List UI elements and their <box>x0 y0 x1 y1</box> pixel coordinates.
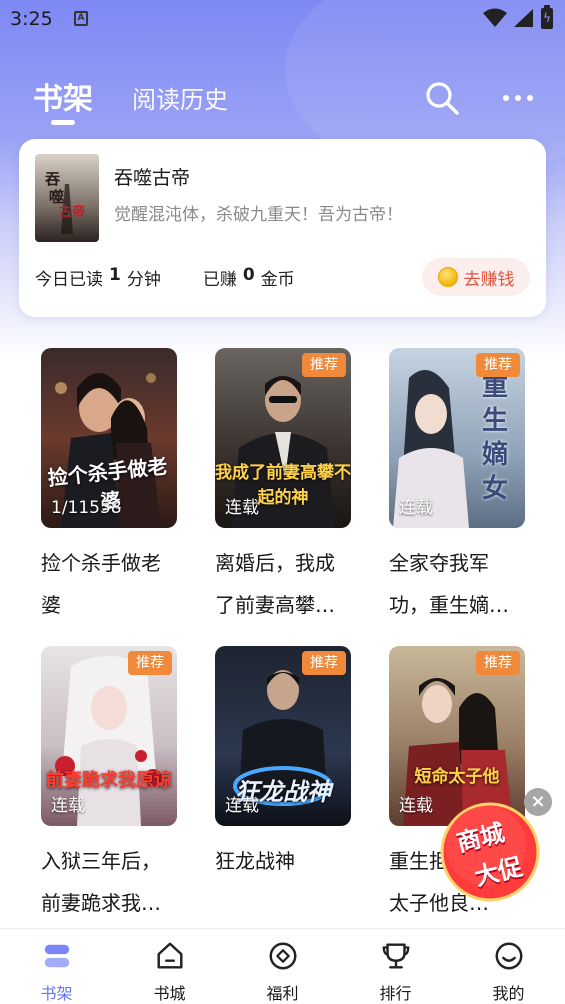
recommend-badge: 推荐 <box>476 651 520 675</box>
search-icon[interactable] <box>422 78 462 118</box>
notification-icon: A <box>74 11 88 26</box>
svg-text:噬: 噬 <box>49 188 64 206</box>
welfare-icon <box>269 942 296 970</box>
book-cover[interactable]: 狂龙战神 推荐 连载 <box>215 646 351 826</box>
battery-icon: ϟ <box>541 5 553 29</box>
coin-icon <box>437 267 458 287</box>
book-item[interactable]: 我成了前妻高攀不起的神 推荐 连载 离婚后，我成了前妻高攀… <box>215 348 351 626</box>
book-cover[interactable]: 前妻跪求我原谅 推荐 连载 <box>41 646 177 826</box>
recommend-badge: 推荐 <box>302 651 346 675</box>
signal-icon <box>514 9 533 27</box>
reading-stats: 今日已读 1 分钟 已赚 0 金币 <box>35 265 295 290</box>
read-time-prefix: 今日已读 <box>35 270 103 290</box>
nav-bookshelf[interactable]: 书架 <box>0 929 113 1004</box>
trophy-icon <box>382 943 409 969</box>
book-title: 入狱三年后，前妻跪求我… <box>41 849 161 915</box>
book-cover[interactable]: 重生嫡女 推荐 连载 <box>389 348 525 528</box>
nav-bookstore[interactable]: 书城 <box>113 929 226 1004</box>
nav-profile[interactable]: 我的 <box>452 929 565 1004</box>
earn-money-label: 去赚钱 <box>463 269 515 290</box>
status-bar: 3:25 A ϟ <box>0 0 565 40</box>
book-cover[interactable]: 短命太子他 推荐 连载 <box>389 646 525 826</box>
book-status: 连载 <box>51 796 85 816</box>
book-cover[interactable]: 我成了前妻高攀不起的神 推荐 连载 <box>215 348 351 528</box>
recommend-badge: 推荐 <box>476 353 520 377</box>
status-time: 3:25 <box>10 8 53 30</box>
read-time-unit: 分钟 <box>126 270 161 290</box>
earned-prefix: 已赚 <box>202 270 237 290</box>
cover-title-text: 重生嫡女 <box>481 372 508 504</box>
svg-text:吞: 吞 <box>44 170 60 188</box>
recommend-badge: 推荐 <box>302 353 346 377</box>
recommend-badge: 推荐 <box>128 651 172 675</box>
bookstore-icon <box>156 942 183 969</box>
book-title: 离婚后，我成了前妻高攀… <box>215 551 335 617</box>
book-title: 狂龙战神 <box>215 849 295 873</box>
book-progress: 1/11558 <box>51 498 122 518</box>
book-status: 连载 <box>399 498 433 518</box>
recent-book-title: 吞噬古帝 <box>114 167 191 189</box>
recent-book-description: 觉醒混沌体，杀破九重天！吾为古帝！ <box>114 205 403 225</box>
book-item[interactable]: 捡个杀手做老婆 1/11558 捡个杀手做老婆 <box>41 348 177 626</box>
earned-value: 0 <box>242 265 255 285</box>
cover-title-text: 短命太子他 <box>414 767 500 787</box>
tab-reading-history[interactable]: 阅读历史 <box>132 80 228 115</box>
nav-label: 福利 <box>266 984 299 1003</box>
nav-label: 我的 <box>492 984 525 1003</box>
bottom-nav: 书架 书城 福利 排行 我的 <box>0 928 565 1004</box>
book-status: 连载 <box>225 796 259 816</box>
recent-book-cover[interactable]: 吞 噬 古帝 <box>35 154 99 242</box>
book-title: 全家夺我军功，重生嫡… <box>389 551 509 617</box>
book-status: 连载 <box>399 796 433 816</box>
nav-ranking[interactable]: 排行 <box>339 929 452 1004</box>
more-icon[interactable] <box>496 84 540 112</box>
nav-welfare[interactable]: 福利 <box>226 929 339 1004</box>
wifi-icon <box>483 8 507 27</box>
book-title: 捡个杀手做老婆 <box>41 551 161 617</box>
nav-label: 书架 <box>40 984 73 1003</box>
cover-title-text: 前妻跪求我原谅 <box>46 770 172 791</box>
earn-money-button[interactable]: 去赚钱 <box>422 258 530 296</box>
read-time-value: 1 <box>109 265 121 285</box>
bookshelf-icon <box>44 944 69 968</box>
book-status: 连载 <box>225 498 259 518</box>
book-item[interactable]: 前妻跪求我原谅 推荐 连载 入狱三年后，前妻跪求我… <box>41 646 177 924</box>
earned-unit: 金币 <box>260 270 295 290</box>
nav-label: 书城 <box>153 984 186 1003</box>
book-item[interactable]: 狂龙战神 推荐 连载 狂龙战神 <box>215 646 351 882</box>
tab-active-indicator <box>51 120 75 125</box>
book-item[interactable]: 重生嫡女 推荐 连载 全家夺我军功，重生嫡… <box>389 348 525 626</box>
profile-icon <box>495 942 522 970</box>
nav-label: 排行 <box>379 984 412 1003</box>
svg-text:古帝: 古帝 <box>59 204 85 220</box>
recent-reading-card[interactable]: 吞 噬 古帝 吞噬古帝 觉醒混沌体，杀破九重天！吾为古帝！ 今日已读 1 分钟 … <box>19 139 546 317</box>
tab-bookshelf[interactable]: 书架 <box>33 74 93 118</box>
book-cover[interactable]: 捡个杀手做老婆 1/11558 <box>41 348 177 528</box>
promo-close-button[interactable]: × <box>524 788 552 816</box>
